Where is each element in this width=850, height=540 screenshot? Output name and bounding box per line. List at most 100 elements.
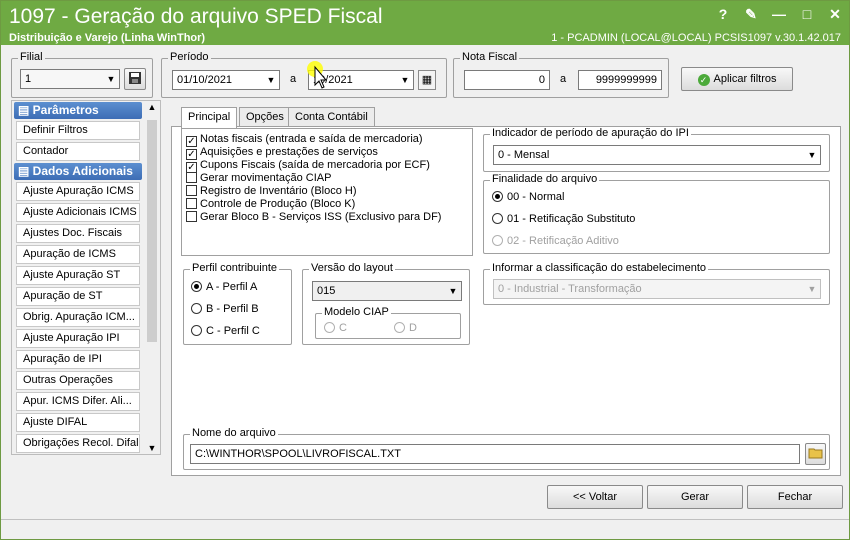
apply-filters-button[interactable]: ✓ Aplicar filtros bbox=[681, 67, 793, 91]
nota-fiscal-to-input[interactable]: 9999999999 bbox=[578, 70, 662, 90]
sidebar-scrollbar[interactable]: ▲ ▼ bbox=[145, 102, 159, 453]
radio-selected-icon bbox=[191, 281, 202, 292]
tab-conta-contabil[interactable]: Conta Contábil bbox=[288, 107, 375, 127]
minimize-button[interactable]: — bbox=[771, 6, 787, 22]
radio-ciap-c[interactable]: C bbox=[324, 322, 347, 334]
radio-selected-icon bbox=[492, 191, 503, 202]
check-aquisicoes[interactable]: ✓ Aquisições e prestações de serviços bbox=[186, 146, 378, 160]
check-notas-fiscais[interactable]: ✓ Notas fiscais (entrada e saída de merca… bbox=[186, 133, 423, 147]
layout-value: 015 bbox=[317, 285, 336, 297]
radio-label: 00 - Normal bbox=[507, 191, 565, 203]
filial-label: Filial bbox=[18, 51, 45, 63]
radio-label: C - Perfil C bbox=[206, 325, 260, 337]
layout-group: Versão do layout 015 ▼ Modelo CIAP C D bbox=[302, 262, 470, 345]
filial-select[interactable]: 1 ▼ bbox=[20, 69, 120, 89]
classificacao-label: Informar a classificação do estabelecime… bbox=[490, 262, 708, 274]
arquivo-input[interactable]: C:\WINTHOR\SPOOL\LIVROFISCAL.TXT bbox=[190, 444, 800, 464]
sidebar-item[interactable]: Apur. ICMS Difer. Ali... bbox=[16, 392, 140, 411]
periodo-from-input[interactable]: 01/10/2021 ▼ bbox=[172, 70, 280, 90]
chevron-down-icon: ▼ bbox=[106, 74, 116, 84]
check-cupons-fiscais[interactable]: ✓ Cupons Fiscais (saída de mercadoria por… bbox=[186, 159, 430, 173]
options-checklist: ✓ Notas fiscais (entrada e saída de merca… bbox=[181, 128, 473, 256]
close-form-button[interactable]: Fechar bbox=[747, 485, 843, 509]
browse-folder-button[interactable] bbox=[805, 443, 826, 465]
nota-fiscal-separator: a bbox=[560, 73, 567, 85]
finalidade-label: Finalidade do arquivo bbox=[490, 173, 600, 185]
radio-finalidade-normal[interactable]: 00 - Normal bbox=[492, 191, 564, 203]
section-dados-adicionais[interactable]: ▤ Dados Adicionais bbox=[14, 163, 142, 180]
edit-icon[interactable]: ✎ bbox=[743, 6, 759, 22]
sidebar-item[interactable]: Obrigações Recol. Difal bbox=[16, 434, 140, 453]
ipi-group: Indicador de período de apuração do IPI … bbox=[483, 127, 830, 172]
radio-ciap-d[interactable]: D bbox=[394, 322, 417, 334]
classificacao-group: Informar a classificação do estabelecime… bbox=[483, 262, 830, 305]
ipi-select[interactable]: 0 - Mensal ▼ bbox=[493, 145, 821, 165]
sidebar-item[interactable]: Ajuste Apuração IPI bbox=[16, 329, 140, 348]
sidebar-item[interactable]: Ajuste DIFAL bbox=[16, 413, 140, 432]
scrollbar-thumb[interactable] bbox=[147, 120, 157, 342]
main-window: 1097 - Geração do arquivo SPED Fiscal Di… bbox=[0, 0, 850, 540]
radio-label: C bbox=[339, 322, 347, 334]
chevron-down-icon[interactable]: ▼ bbox=[145, 443, 159, 453]
tab-principal[interactable]: Principal bbox=[181, 107, 238, 128]
section-icon: ▤ bbox=[18, 164, 33, 178]
checkbox-unchecked-icon bbox=[186, 185, 197, 196]
sidebar-item[interactable]: Ajustes Doc. Fiscais bbox=[16, 224, 140, 243]
radio-unselected-icon bbox=[394, 322, 405, 333]
sidebar-item[interactable]: Ajuste Apuração ICMS bbox=[16, 182, 140, 201]
nota-fiscal-from-input[interactable]: 0 bbox=[464, 70, 550, 90]
help-button[interactable]: ? bbox=[715, 6, 731, 22]
nota-fiscal-group: Nota Fiscal 0 a 9999999999 bbox=[453, 51, 669, 98]
back-button[interactable]: << Voltar bbox=[547, 485, 643, 509]
radio-perfil-c[interactable]: C - Perfil C bbox=[191, 325, 260, 337]
sidebar-item[interactable]: Apuração de ST bbox=[16, 287, 140, 306]
title-bar: 1097 - Geração do arquivo SPED Fiscal Di… bbox=[1, 1, 849, 45]
radio-label: D bbox=[409, 322, 417, 334]
layout-label: Versão do layout bbox=[309, 262, 395, 274]
sidebar-item[interactable]: Ajuste Adicionais ICMS bbox=[16, 203, 140, 222]
checkbox-unchecked-icon bbox=[186, 172, 197, 183]
sidebar-item[interactable]: Apuração de ICMS bbox=[16, 245, 140, 264]
section-parametros[interactable]: ▤ Parâmetros bbox=[14, 102, 142, 119]
layout-select[interactable]: 015 ▼ bbox=[312, 281, 462, 301]
calendar-dropdown-icon[interactable]: ▼ bbox=[263, 71, 279, 89]
sidebar-item-contador[interactable]: Contador bbox=[16, 142, 140, 161]
tab-opcoes[interactable]: Opções bbox=[239, 107, 291, 127]
radio-unselected-icon bbox=[492, 213, 503, 224]
section-icon: ▤ bbox=[18, 103, 33, 117]
chevron-up-icon[interactable]: ▲ bbox=[145, 102, 159, 112]
maximize-button[interactable]: □ bbox=[799, 6, 815, 22]
calendar-dropdown-icon[interactable]: ▼ bbox=[397, 71, 413, 89]
check-circle-icon: ✓ bbox=[697, 74, 710, 86]
ipi-value: 0 - Mensal bbox=[498, 149, 550, 161]
sidebar-item[interactable]: Ajuste Apuração ST bbox=[16, 266, 140, 285]
check-bloco-h[interactable]: Registro de Inventário (Bloco H) bbox=[186, 185, 357, 198]
sidebar-item[interactable]: Outras Operações bbox=[16, 371, 140, 390]
radio-unselected-icon bbox=[191, 303, 202, 314]
generate-button[interactable]: Gerar bbox=[647, 485, 743, 509]
classificacao-select[interactable]: 0 - Industrial - Transformação ▼ bbox=[493, 279, 821, 299]
sidebar-item-definir-filtros[interactable]: Definir Filtros bbox=[16, 121, 140, 140]
radio-perfil-a[interactable]: A - Perfil A bbox=[191, 281, 257, 293]
radio-label: 02 - Retificação Aditivo bbox=[507, 235, 619, 247]
sidebar-item[interactable]: Obrig. Apuração ICM... bbox=[16, 308, 140, 327]
check-bloco-b[interactable]: Gerar Bloco B - Serviços ISS (Exclusivo … bbox=[186, 211, 441, 224]
check-ciap[interactable]: Gerar movimentação CIAP bbox=[186, 172, 331, 185]
check-bloco-k[interactable]: Controle de Produção (Bloco K) bbox=[186, 198, 355, 211]
arquivo-label: Nome do arquivo bbox=[190, 427, 278, 439]
radio-finalidade-substituto[interactable]: 01 - Retificação Substituto bbox=[492, 213, 635, 225]
chevron-down-icon: ▼ bbox=[448, 286, 458, 296]
perfil-group: Perfil contribuinte A - Perfil A B - Per… bbox=[183, 262, 292, 345]
classificacao-value: 0 - Industrial - Transformação bbox=[498, 283, 642, 295]
sidebar-item[interactable]: Apuração de IPI bbox=[16, 350, 140, 369]
check-label: Notas fiscais (entrada e saída de mercad… bbox=[200, 133, 423, 145]
close-button[interactable]: ✕ bbox=[827, 6, 843, 22]
check-label: Gerar Bloco B - Serviços ISS (Exclusivo … bbox=[200, 211, 442, 223]
apply-filters-label: Aplicar filtros bbox=[713, 73, 777, 85]
save-button[interactable] bbox=[124, 68, 146, 90]
finalidade-group: Finalidade do arquivo 00 - Normal 01 - R… bbox=[483, 173, 830, 254]
radio-finalidade-aditivo[interactable]: 02 - Retificação Aditivo bbox=[492, 235, 619, 247]
radio-perfil-b[interactable]: B - Perfil B bbox=[191, 303, 259, 315]
calendar-button[interactable]: ▦ bbox=[418, 70, 436, 90]
ciap-label: Modelo CIAP bbox=[322, 306, 391, 318]
